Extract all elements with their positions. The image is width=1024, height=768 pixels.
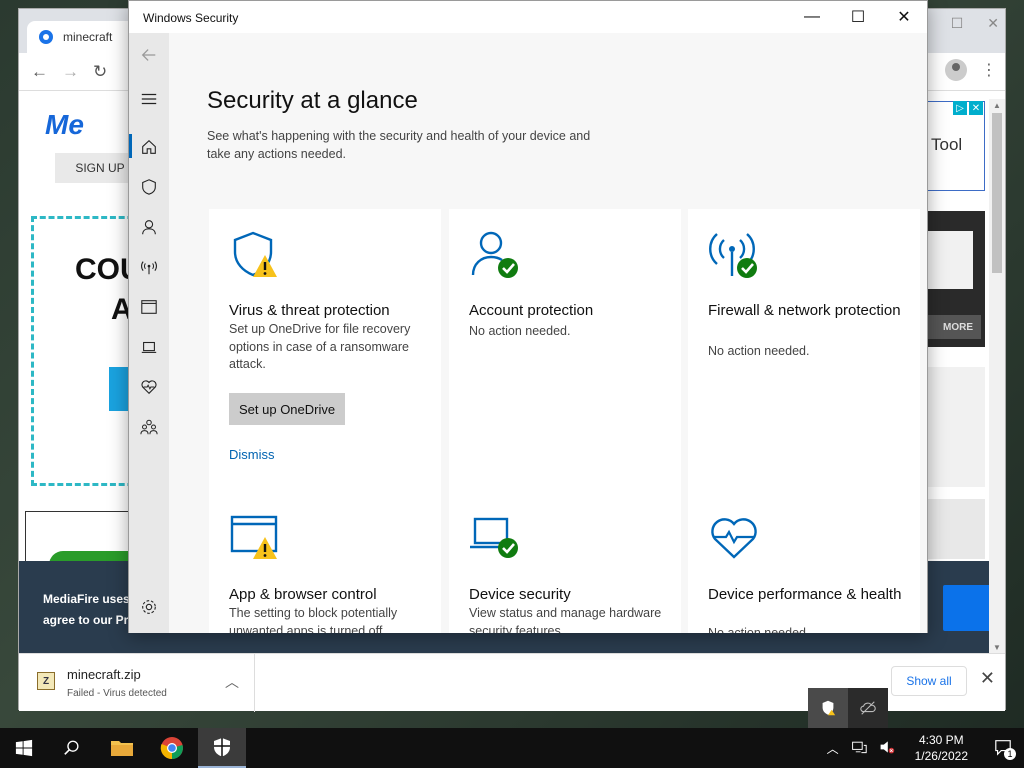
browser-menu-icon[interactable]: ⋮ bbox=[981, 60, 997, 80]
card-description: The setting to block potentially unwante… bbox=[229, 606, 398, 633]
volume-muted-icon[interactable] bbox=[873, 739, 901, 758]
mediafire-favicon-icon bbox=[39, 30, 53, 44]
shield-icon[interactable] bbox=[139, 177, 159, 197]
browser-window-icon[interactable] bbox=[139, 297, 159, 317]
wireless-icon[interactable] bbox=[139, 257, 159, 277]
card-device-performance-health[interactable]: Device performance & health No action ne… bbox=[688, 493, 920, 633]
mediafire-logo-text: Me bbox=[45, 109, 84, 140]
browser-warning-icon bbox=[229, 513, 281, 565]
search-icon[interactable] bbox=[48, 728, 96, 768]
windows-security-window: Windows Security — ☐ ✕ Security at a gla… bbox=[128, 0, 928, 633]
card-description: View status and manage hardware security… bbox=[469, 606, 662, 633]
profile-avatar-icon[interactable] bbox=[945, 59, 967, 81]
page-title: Security at a glance bbox=[207, 87, 418, 114]
cookie-accept-button[interactable] bbox=[943, 585, 995, 631]
ad-text: Tool bbox=[931, 135, 963, 154]
back-icon[interactable] bbox=[139, 45, 159, 65]
ws-window-controls: — ☐ ✕ bbox=[789, 1, 927, 33]
page-subtitle: See what's happening with the security a… bbox=[207, 129, 591, 161]
settings-gear-icon[interactable] bbox=[139, 597, 159, 617]
ws-window-title: Windows Security bbox=[143, 11, 239, 25]
browser-maximize-icon[interactable]: ☐ bbox=[951, 15, 964, 32]
shield-warning-icon bbox=[229, 229, 281, 281]
browser-toolbar-right: ⋮ bbox=[945, 59, 997, 81]
card-title: Device performance & health bbox=[708, 586, 902, 603]
action-center-icon[interactable]: 1 bbox=[982, 738, 1024, 760]
home-icon[interactable] bbox=[139, 137, 159, 157]
card-description: No action needed. bbox=[469, 324, 571, 338]
chevron-up-icon[interactable]: ︿ bbox=[821, 740, 845, 757]
reload-icon[interactable]: ↻ bbox=[93, 62, 107, 82]
card-app-browser-control[interactable]: App & browser control The setting to blo… bbox=[209, 493, 441, 633]
maximize-icon[interactable]: ☐ bbox=[835, 1, 881, 33]
dismiss-link[interactable]: Dismiss bbox=[229, 447, 275, 462]
back-arrow-icon[interactable]: ← bbox=[31, 62, 48, 82]
card-device-security[interactable]: Device security View status and manage h… bbox=[449, 493, 681, 633]
card-title: App & browser control bbox=[229, 586, 377, 603]
download-filename: minecraft.zip bbox=[67, 667, 141, 682]
person-icon[interactable] bbox=[139, 217, 159, 237]
file-explorer-icon[interactable] bbox=[98, 728, 146, 768]
zip-file-icon: Z bbox=[37, 672, 55, 690]
notification-count-badge: 1 bbox=[1004, 747, 1016, 760]
ad-controls: ▷ ✕ bbox=[953, 101, 985, 115]
browser-close-icon[interactable]: ✕ bbox=[987, 15, 999, 32]
account-ok-icon bbox=[469, 229, 521, 281]
browser-tab-title: minecraft bbox=[63, 30, 113, 44]
card-virus-threat-protection[interactable]: Virus & threat protection Set up OneDriv… bbox=[209, 209, 441, 493]
clock-date: 1/26/2022 bbox=[914, 749, 968, 763]
family-icon[interactable] bbox=[139, 417, 159, 437]
onedrive-off-tray-icon[interactable] bbox=[848, 688, 888, 728]
forward-arrow-icon[interactable]: → bbox=[62, 62, 79, 82]
start-windows-icon[interactable] bbox=[0, 728, 48, 768]
taskbar-clock[interactable]: 4:30 PM 1/26/2022 bbox=[901, 732, 982, 764]
ws-titlebar[interactable]: Windows Security — ☐ ✕ bbox=[129, 1, 927, 33]
card-description: No action needed. bbox=[708, 626, 810, 633]
download-bar-close-icon[interactable]: ✕ bbox=[980, 668, 995, 689]
scrollbar-thumb[interactable] bbox=[992, 113, 1002, 273]
ws-nav-sidebar bbox=[129, 33, 169, 633]
card-firewall-network-protection[interactable]: Firewall & network protection No action … bbox=[688, 209, 920, 493]
card-title: Firewall & network protection bbox=[708, 302, 901, 319]
card-account-protection[interactable]: Account protection No action needed. bbox=[449, 209, 681, 493]
chevron-up-icon[interactable]: ︿ bbox=[225, 672, 239, 692]
card-title: Account protection bbox=[469, 302, 594, 319]
page-scrollbar[interactable]: ▲ ▼ bbox=[989, 99, 1005, 654]
system-tray: ︿ 4:30 PM 1/26/2022 1 bbox=[821, 728, 1024, 768]
hamburger-menu-icon[interactable] bbox=[139, 89, 159, 109]
nav-active-indicator bbox=[129, 134, 132, 158]
heart-health-icon bbox=[708, 513, 760, 565]
clock-time: 4:30 PM bbox=[918, 733, 964, 747]
card-description: No action needed. bbox=[708, 344, 810, 358]
ad-info-icon[interactable]: ▷ bbox=[953, 101, 967, 115]
card-description: Set up OneDrive for file recovery option… bbox=[229, 322, 411, 371]
firewall-ok-icon bbox=[708, 229, 760, 281]
card-title: Device security bbox=[469, 586, 571, 603]
setup-onedrive-button[interactable]: Set up OneDrive bbox=[229, 393, 346, 425]
download-item[interactable]: Z minecraft.zip Failed - Virus detected … bbox=[19, 654, 255, 712]
close-icon[interactable]: ✕ bbox=[881, 1, 927, 33]
device-ok-icon bbox=[469, 513, 521, 565]
ad-close-icon[interactable]: ✕ bbox=[969, 101, 983, 115]
network-icon[interactable] bbox=[845, 739, 873, 758]
ws-main-content: Security at a glance See what's happenin… bbox=[169, 33, 927, 633]
card-title: Virus & threat protection bbox=[229, 302, 390, 319]
windows-security-taskbar-icon[interactable] bbox=[198, 728, 246, 768]
laptop-icon[interactable] bbox=[139, 337, 159, 357]
security-alert-tray-icon[interactable] bbox=[808, 688, 848, 728]
scroll-up-icon[interactable]: ▲ bbox=[993, 101, 1001, 110]
tray-overflow-popup bbox=[808, 688, 888, 728]
taskbar: ︿ 4:30 PM 1/26/2022 1 bbox=[0, 728, 1024, 768]
heart-pulse-icon[interactable] bbox=[139, 377, 159, 397]
minimize-icon[interactable]: — bbox=[789, 1, 835, 33]
scroll-down-icon[interactable]: ▼ bbox=[993, 643, 1001, 652]
download-status: Failed - Virus detected bbox=[67, 688, 167, 699]
chrome-icon[interactable] bbox=[148, 728, 196, 768]
mediafire-logo[interactable]: Me bbox=[45, 109, 84, 141]
show-all-button[interactable]: Show all bbox=[891, 666, 967, 696]
